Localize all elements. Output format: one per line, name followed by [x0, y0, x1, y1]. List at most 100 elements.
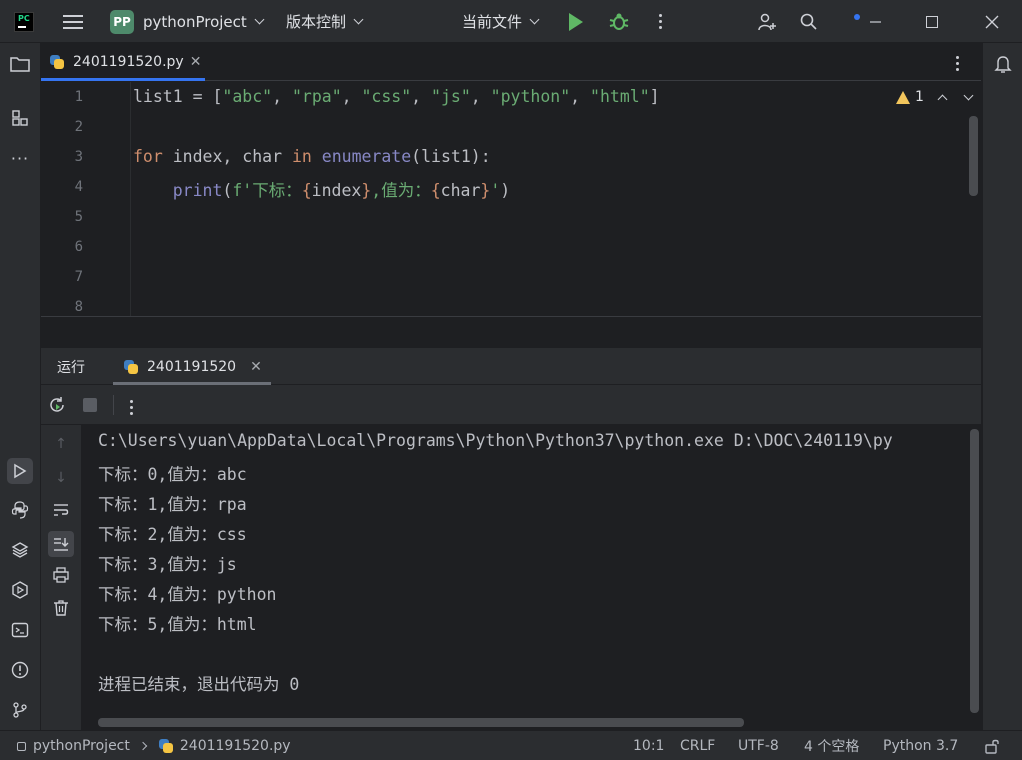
console-side-toolbar: ↑ ↓ [41, 425, 82, 730]
console-line: 下标：2,值为：css [98, 525, 247, 544]
line-number: 5 [74, 209, 83, 225]
inspection-widget[interactable]: 1 [896, 89, 974, 105]
run-panel-title: 运行 [57, 360, 85, 376]
code-editor[interactable]: 1 2 3 4 5 6 7 8 list1 = ["abc", "rpa", "… [41, 82, 981, 316]
warning-icon [896, 90, 910, 104]
file-encoding[interactable]: UTF-8 [738, 731, 779, 760]
close-tab-icon[interactable]: ✕ [190, 54, 202, 70]
minimize-button[interactable] [852, 0, 882, 43]
python-file-icon [123, 359, 139, 375]
chevron-down-icon [353, 14, 364, 25]
editor-tab[interactable]: 2401191520.py ✕ [41, 43, 205, 81]
close-icon [985, 15, 999, 28]
chevron-down-icon[interactable] [963, 90, 974, 100]
structure-icon[interactable] [9, 107, 31, 129]
down-arrow-icon[interactable]: ↓ [51, 468, 71, 488]
console-horizontal-scrollbar[interactable] [98, 718, 744, 727]
trash-icon[interactable] [51, 598, 71, 618]
console-line: 下标：1,值为：rpa [98, 495, 247, 514]
run-icon [569, 12, 583, 31]
run-config-selector[interactable]: 当前文件 [462, 0, 540, 43]
python-file-icon [49, 54, 65, 70]
toolbar-separator [113, 395, 114, 415]
title-bar: PC PP pythonProject 版本控制 当前文件 [0, 0, 1022, 43]
lock-icon[interactable] [984, 731, 1000, 760]
active-tab-indicator [41, 78, 205, 81]
run-tool-icon[interactable] [7, 458, 33, 484]
close-tab-icon[interactable]: ✕ [250, 359, 262, 375]
python-interpreter[interactable]: Python 3.7 [883, 731, 958, 760]
run-tab-label: 2401191520 [147, 358, 237, 375]
more-actions-icon[interactable] [659, 0, 662, 43]
layers-icon[interactable] [9, 539, 31, 561]
minimize-icon [854, 13, 881, 23]
console-line: 下标：0,值为：abc [98, 465, 247, 484]
run-toolbar [41, 385, 981, 425]
line-number: 1 [74, 89, 83, 105]
right-tool-strip [982, 43, 1022, 730]
maximize-icon [926, 15, 938, 28]
breadcrumb-project[interactable]: pythonProject [33, 738, 130, 754]
console-line: 进程已结束，退出代码为 0 [98, 675, 300, 694]
panel-splitter[interactable] [41, 316, 981, 348]
problems-icon[interactable] [9, 659, 31, 681]
line-number: 6 [74, 239, 83, 255]
search-button[interactable] [799, 0, 819, 43]
up-arrow-icon[interactable]: ↑ [51, 434, 71, 454]
project-module-icon [17, 741, 26, 751]
vcs-label: 版本控制 [286, 13, 347, 31]
close-window-button[interactable] [985, 0, 999, 43]
scroll-to-end-icon[interactable] [48, 531, 74, 557]
project-badge: PP [110, 9, 134, 34]
run-tab[interactable]: 2401191520 ✕ [113, 348, 271, 385]
console-line: C:\Users\yuan\AppData\Local\Programs\Pyt… [98, 431, 893, 450]
breadcrumb-file[interactable]: 2401191520.py [180, 738, 291, 754]
chevron-down-icon [254, 14, 265, 25]
stop-icon[interactable] [80, 395, 100, 415]
project-selector[interactable]: PP pythonProject [110, 0, 265, 43]
breadcrumb: pythonProject 2401191520.py [17, 731, 291, 760]
code-line-3: for index, char in enumerate(list1): [133, 147, 491, 166]
console-line: 下标：4,值为：python [98, 585, 277, 604]
print-icon[interactable] [51, 565, 71, 585]
line-number: 8 [74, 299, 83, 315]
console-output[interactable]: C:\Users\yuan\AppData\Local\Programs\Pyt… [82, 425, 981, 730]
project-name: pythonProject [143, 12, 247, 31]
run-config-label: 当前文件 [462, 13, 523, 31]
debug-button[interactable] [608, 0, 630, 43]
vcs-menu[interactable]: 版本控制 [286, 0, 364, 43]
line-number: 4 [74, 179, 83, 195]
line-number: 3 [74, 149, 83, 165]
console-line: 下标：3,值为：js [98, 555, 237, 574]
indent-setting[interactable]: 4 个空格 [804, 731, 859, 760]
main-menu-icon[interactable] [63, 0, 83, 43]
editor-tab-options-icon[interactable] [956, 56, 959, 71]
console-line: 下标：5,值为：html [98, 615, 257, 634]
rerun-icon[interactable] [47, 395, 67, 415]
run-button[interactable] [569, 0, 583, 43]
chevron-up-icon[interactable] [937, 94, 948, 104]
gutter-divider [130, 82, 131, 316]
line-separator[interactable]: CRLF [680, 731, 715, 760]
caret-position[interactable]: 10:1 [633, 731, 664, 760]
terminal-icon[interactable] [9, 619, 31, 641]
folder-icon[interactable] [9, 53, 31, 75]
app-logo-icon[interactable]: PC [14, 0, 34, 43]
line-number: 7 [74, 269, 83, 285]
add-user-button[interactable] [757, 0, 777, 43]
console-vertical-scrollbar[interactable] [970, 429, 979, 713]
code-line-4: print(f'下标：{index},值为：{char}') [172, 181, 511, 200]
editor-scrollbar[interactable] [969, 116, 978, 196]
maximize-button[interactable] [926, 0, 938, 43]
notifications-icon[interactable] [992, 53, 1014, 75]
more-tools-icon[interactable]: ··· [9, 147, 31, 169]
left-tool-strip: ··· [0, 43, 41, 730]
chevron-down-icon [529, 14, 540, 25]
git-branch-icon[interactable] [9, 699, 31, 721]
python-console-icon[interactable] [9, 499, 31, 521]
soft-wrap-icon[interactable] [51, 500, 71, 520]
status-bar: pythonProject 2401191520.py 10:1 CRLF UT… [0, 730, 1022, 760]
services-icon[interactable] [9, 579, 31, 601]
search-icon [800, 13, 817, 30]
more-actions-icon[interactable] [121, 397, 141, 417]
